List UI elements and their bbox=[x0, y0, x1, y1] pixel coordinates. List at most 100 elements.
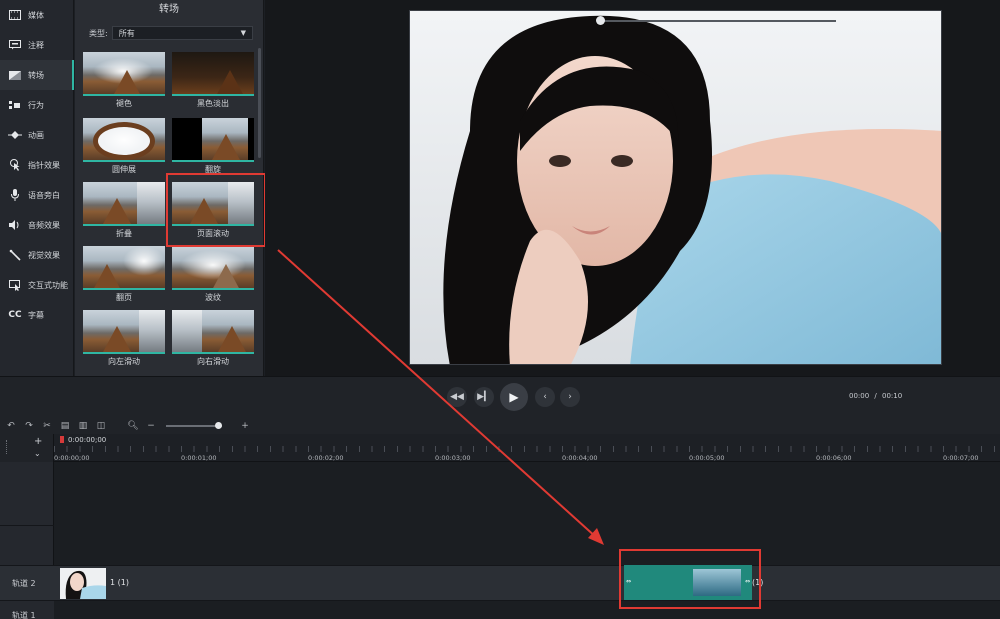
scrubber-knob[interactable] bbox=[596, 16, 605, 25]
sidebar-item-label: 注释 bbox=[28, 40, 44, 50]
ruler-label: 0:00:02;00 bbox=[308, 454, 344, 462]
track-2-name: 轨道 2 bbox=[12, 579, 36, 588]
sidebar-item-audio-effects[interactable]: 音频效果 bbox=[0, 210, 73, 240]
panel-scrollbar[interactable] bbox=[258, 48, 261, 158]
previous-button[interactable]: ‹ bbox=[535, 387, 555, 407]
copy-icon[interactable]: ▤ bbox=[58, 420, 72, 432]
transition-label: 翻页 bbox=[116, 293, 132, 302]
playhead-marker[interactable] bbox=[60, 436, 64, 443]
sidebar-item-animations[interactable]: 动画 bbox=[0, 120, 73, 150]
playback-scrubber[interactable] bbox=[600, 20, 836, 22]
screen-recorder-editor: 媒体 注释 转场 行为 动画 指针效果 语音旁白 音频效果 视觉效果 交互式功能… bbox=[0, 0, 1000, 619]
transition-label: 褪色 bbox=[116, 99, 132, 108]
step-back-button[interactable]: ▶▎ bbox=[474, 387, 494, 407]
sidebar-item-visual-effects[interactable]: 视觉效果 bbox=[0, 240, 73, 270]
ruler-ticks bbox=[54, 446, 1000, 452]
transition-label: 圆伸展 bbox=[112, 165, 136, 174]
transition-thumbnail bbox=[172, 52, 254, 96]
type-label: 类型: bbox=[89, 28, 108, 38]
transition-label: 向右滑动 bbox=[197, 357, 229, 366]
sidebar-item-captions[interactable]: CC 字幕 bbox=[0, 300, 73, 330]
track-1-name: 轨道 1 bbox=[12, 611, 36, 619]
transition-thumbnail bbox=[83, 182, 165, 226]
ruler-label: 0:00:05;00 bbox=[689, 454, 725, 462]
track-handle[interactable] bbox=[6, 440, 14, 454]
time-separator: / bbox=[874, 392, 877, 400]
type-select[interactable]: 所有 ▼ bbox=[111, 26, 253, 40]
transition-label: 黑色淡出 bbox=[197, 99, 229, 108]
transition-label: 波纹 bbox=[205, 293, 221, 302]
transition-tile-slide-right[interactable]: 向右滑动 bbox=[172, 310, 254, 370]
current-time: 00:00 bbox=[849, 392, 870, 400]
timeline-toolbar: ↶ ↷ ✂ ▤ ▥ ◫ 🔍︎ − + bbox=[0, 418, 1000, 434]
type-filter-row: 类型: 所有 ▼ bbox=[75, 20, 263, 42]
transition-tile-ripple[interactable]: 波纹 bbox=[172, 246, 254, 306]
transition-tile-page-turn[interactable]: 翻页 bbox=[83, 246, 165, 306]
sidebar-item-label: 音频效果 bbox=[28, 220, 60, 230]
cursor-icon bbox=[8, 159, 22, 171]
step-back-icon: ▶▎ bbox=[477, 392, 491, 402]
zoom-in-icon[interactable]: + bbox=[238, 420, 252, 432]
sidebar-item-annotations[interactable]: 注释 bbox=[0, 30, 73, 60]
sidebar-item-cursor-effects[interactable]: 指针效果 bbox=[0, 150, 73, 180]
sidebar-item-label: 动画 bbox=[28, 130, 44, 140]
preview-canvas[interactable] bbox=[409, 10, 942, 365]
paste-icon[interactable]: ▥ bbox=[76, 420, 90, 432]
zoom-out-icon[interactable]: − bbox=[144, 420, 158, 432]
transition-thumbnail bbox=[172, 310, 254, 354]
playhead-time: 0:00:00;00 bbox=[68, 436, 107, 444]
transition-thumbnail bbox=[83, 310, 165, 354]
track-1-header[interactable]: 轨道 1 bbox=[0, 601, 54, 619]
speaker-icon bbox=[8, 219, 22, 231]
ruler-label: 0:00:07;00 bbox=[943, 454, 979, 462]
transition-tile-fold[interactable]: 折叠 bbox=[83, 182, 165, 242]
transition-tile-slide-left[interactable]: 向左滑动 bbox=[83, 310, 165, 370]
highlight-box-transition-clip bbox=[619, 549, 761, 609]
undo-icon[interactable]: ↶ bbox=[4, 420, 18, 432]
sidebar-item-behaviors[interactable]: 行为 bbox=[0, 90, 73, 120]
split-icon[interactable]: ◫ bbox=[94, 420, 108, 432]
ruler-label: 0:00:03;00 bbox=[435, 454, 471, 462]
ruler-label: 0:00:00;00 bbox=[54, 454, 90, 462]
zoom-knob[interactable] bbox=[215, 422, 223, 429]
redo-icon[interactable]: ↷ bbox=[22, 420, 36, 432]
transition-tile-flip[interactable]: 翻旋 bbox=[172, 118, 254, 178]
transition-tile-fade-black[interactable]: 黑色淡出 bbox=[172, 52, 254, 112]
sidebar-item-media[interactable]: 媒体 bbox=[0, 0, 73, 30]
timeline-ruler[interactable]: 0:00:00;00 0:00:00;00 0:00:01;00 0:00:02… bbox=[54, 434, 1000, 462]
transition-thumbnail bbox=[172, 246, 254, 290]
duration-time: 00:10 bbox=[882, 392, 903, 400]
sidebar-item-label: 视觉效果 bbox=[28, 250, 60, 260]
sidebar-item-voice-narration[interactable]: 语音旁白 bbox=[0, 180, 73, 210]
interactive-icon bbox=[8, 279, 22, 291]
add-track-icon[interactable]: + bbox=[34, 436, 42, 447]
chevron-down-icon: ▼ bbox=[240, 29, 246, 37]
sidebar-item-label: 交互式功能 bbox=[28, 280, 68, 290]
next-button[interactable]: › bbox=[560, 387, 580, 407]
sidebar-item-transitions[interactable]: 转场 bbox=[0, 60, 74, 90]
transition-icon bbox=[8, 69, 22, 81]
sidebar-item-interactivity[interactable]: 交互式功能 bbox=[0, 270, 73, 300]
media-clip-thumbnail[interactable] bbox=[60, 568, 106, 599]
transition-label: 向左滑动 bbox=[108, 357, 140, 366]
sidebar-item-label: 语音旁白 bbox=[28, 190, 60, 200]
film-icon bbox=[8, 9, 22, 21]
cc-icon: CC bbox=[8, 310, 22, 320]
type-select-value: 所有 bbox=[118, 28, 135, 38]
transition-label: 折叠 bbox=[116, 229, 132, 238]
track-2-row[interactable]: 轨道 2 bbox=[0, 565, 1000, 601]
wand-icon bbox=[8, 249, 22, 261]
cut-icon[interactable]: ✂ bbox=[40, 420, 54, 432]
chevron-down-icon[interactable]: ⌄ bbox=[34, 449, 41, 458]
play-button[interactable]: ▶ bbox=[500, 383, 528, 411]
zoom-slider[interactable] bbox=[166, 422, 223, 429]
sidebar-item-label: 转场 bbox=[28, 70, 44, 80]
transition-tile-circle-stretch[interactable]: 圆伸展 bbox=[83, 118, 165, 178]
panel-title: 转场 bbox=[159, 4, 179, 15]
rewind-button[interactable]: ◀◀ bbox=[447, 387, 467, 407]
transition-thumbnail bbox=[83, 118, 165, 162]
time-readout: 00:00 / 00:10 bbox=[849, 392, 902, 400]
transition-tile-fade[interactable]: 褪色 bbox=[83, 52, 165, 112]
media-clip-label: 1 (1) bbox=[110, 578, 129, 587]
zoom-icon[interactable]: 🔍︎ bbox=[126, 420, 140, 432]
